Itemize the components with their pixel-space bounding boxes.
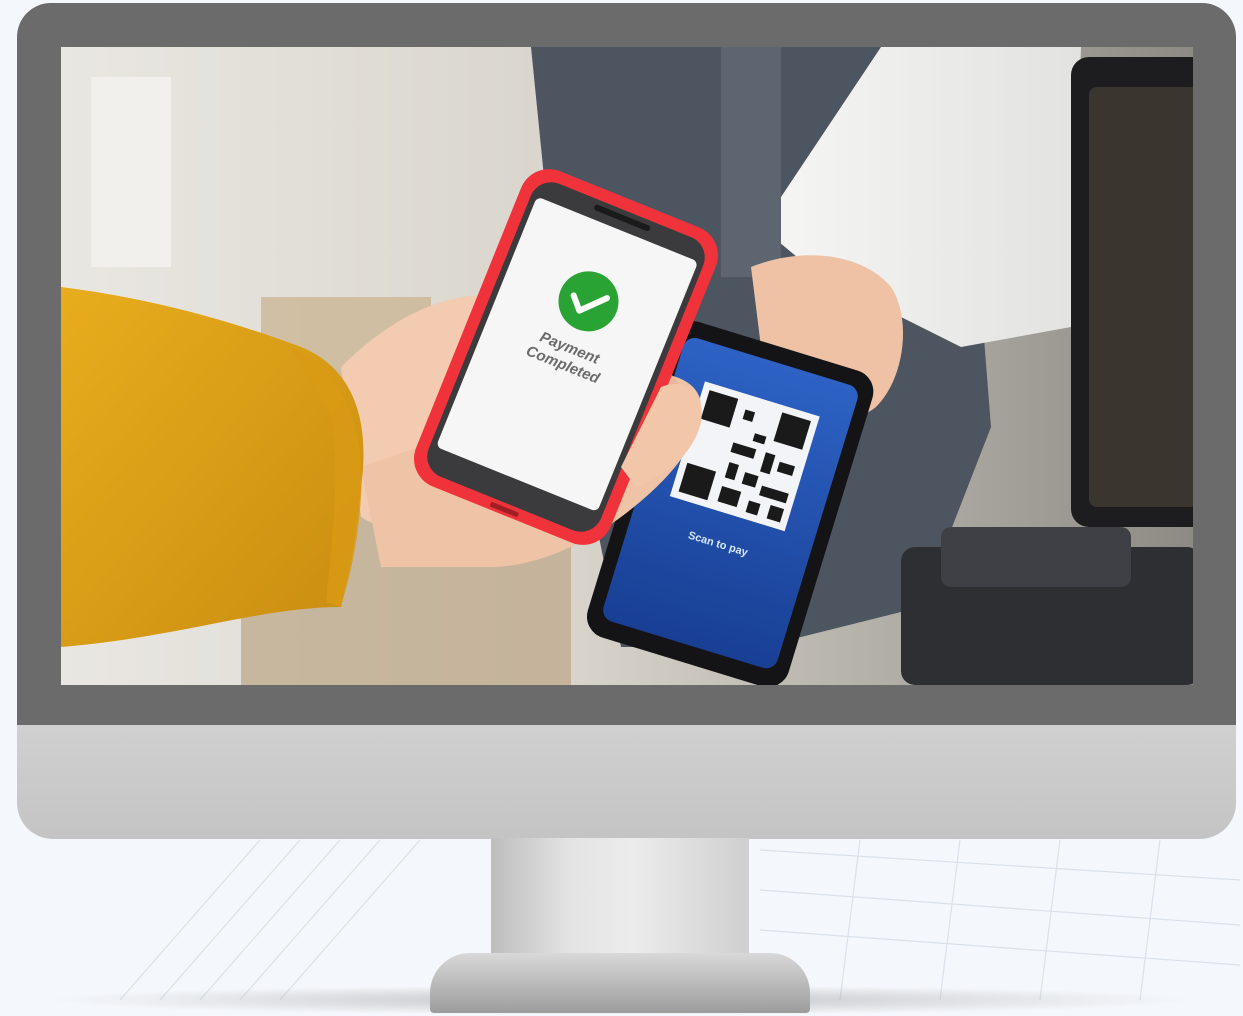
payment-photo: Scan to pay Payment Completed bbox=[61, 47, 1193, 685]
monitor: Scan to pay Payment Completed bbox=[17, 3, 1236, 1013]
monitor-stand-base bbox=[430, 953, 810, 1013]
monitor-screen-photo: Scan to pay Payment Completed bbox=[61, 47, 1193, 685]
monitor-stand-neck bbox=[491, 838, 749, 966]
monitor-chin bbox=[17, 725, 1236, 839]
